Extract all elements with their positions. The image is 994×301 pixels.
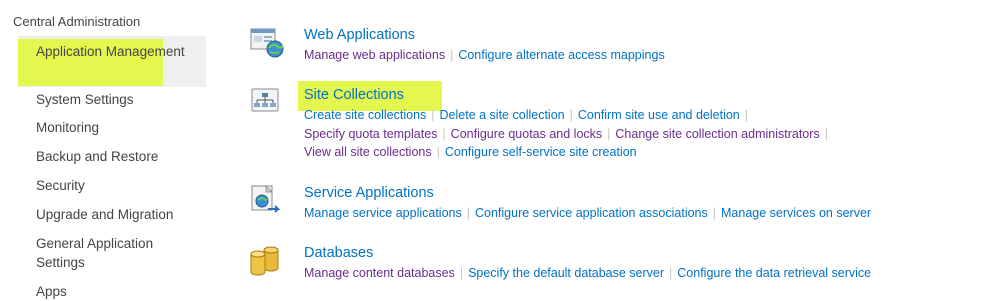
link-specify-the-default-database-server[interactable]: Specify the default database server [468, 266, 664, 280]
nav-item-general-application-settings[interactable]: General Application Settings [36, 234, 196, 272]
link-delete-a-site-collection[interactable]: Delete a site collection [440, 108, 565, 122]
link-separator: | [712, 206, 716, 220]
link-configure-service-application-associations[interactable]: Configure service application associatio… [475, 206, 708, 220]
databases-links: Manage content databases | Specify the def… [304, 264, 954, 283]
link-create-site-collections[interactable]: Create site collections [304, 108, 426, 122]
service-applications-icon [248, 185, 288, 219]
databases-title[interactable]: Databases [304, 245, 373, 261]
link-separator: | [442, 126, 446, 141]
service-applications-title[interactable]: Service Applications [304, 185, 434, 201]
nav-root-central-administration[interactable]: Central Administration [13, 14, 140, 29]
site-collections-icon [248, 87, 288, 121]
left-navigation: Central Administration Application Manag… [0, 0, 206, 299]
link-separator: | [669, 266, 673, 280]
nav-item-application-management[interactable]: Application Management [36, 42, 196, 61]
nav-item-apps[interactable]: Apps [36, 282, 196, 301]
link-separator: | [450, 48, 454, 62]
link-view-all-site-collections[interactable]: View all site collections [304, 145, 432, 159]
link-separator: | [436, 145, 440, 159]
link-separator: | [466, 206, 470, 220]
link-separator: | [744, 108, 749, 122]
web-applications-icon [248, 27, 288, 61]
nav-item-monitoring[interactable]: Monitoring [36, 118, 196, 137]
databases-icon [248, 245, 288, 279]
site-collections-title[interactable]: Site Collections [304, 87, 404, 103]
link-manage-content-databases[interactable]: Manage content databases [304, 266, 455, 280]
link-configure-the-data-retrieval-service[interactable]: Configure the data retrieval service [677, 266, 871, 280]
link-separator: | [824, 126, 828, 141]
link-manage-web-applications[interactable]: Manage web applications [304, 48, 445, 62]
link-configure-quotas-and-locks[interactable]: Configure quotas and locks [451, 127, 602, 141]
nav-item-system-settings[interactable]: System Settings [36, 90, 196, 109]
site-collections-links: Create site collections | Delete a site co… [304, 106, 954, 162]
link-specify-quota-templates[interactable]: Specify quota templates [304, 127, 437, 141]
link-separator: | [459, 266, 464, 280]
nav-item-backup-and-restore[interactable]: Backup and Restore [36, 147, 196, 166]
link-change-site-collection-administrators[interactable]: Change site collection administrators [615, 127, 819, 141]
service-applications-links: Manage service applications | Configure se… [304, 204, 954, 223]
link-manage-service-applications[interactable]: Manage service applications [304, 206, 462, 220]
link-configure-alternate-access-mappings[interactable]: Configure alternate access mappings [458, 48, 664, 62]
link-separator: | [607, 126, 611, 141]
link-separator: | [569, 108, 573, 122]
web-applications-links: Manage web applications | Configure altern… [304, 46, 954, 65]
nav-item-upgrade-and-migration[interactable]: Upgrade and Migration [36, 205, 196, 224]
nav-item-security[interactable]: Security [36, 176, 196, 195]
link-separator: | [431, 108, 435, 122]
web-applications-title[interactable]: Web Applications [304, 27, 415, 43]
link-confirm-site-use-and-deletion[interactable]: Confirm site use and deletion [578, 108, 740, 122]
link-manage-services-on-server[interactable]: Manage services on server [721, 206, 871, 220]
link-configure-self-service-site-creation[interactable]: Configure self-service site creation [445, 145, 637, 159]
